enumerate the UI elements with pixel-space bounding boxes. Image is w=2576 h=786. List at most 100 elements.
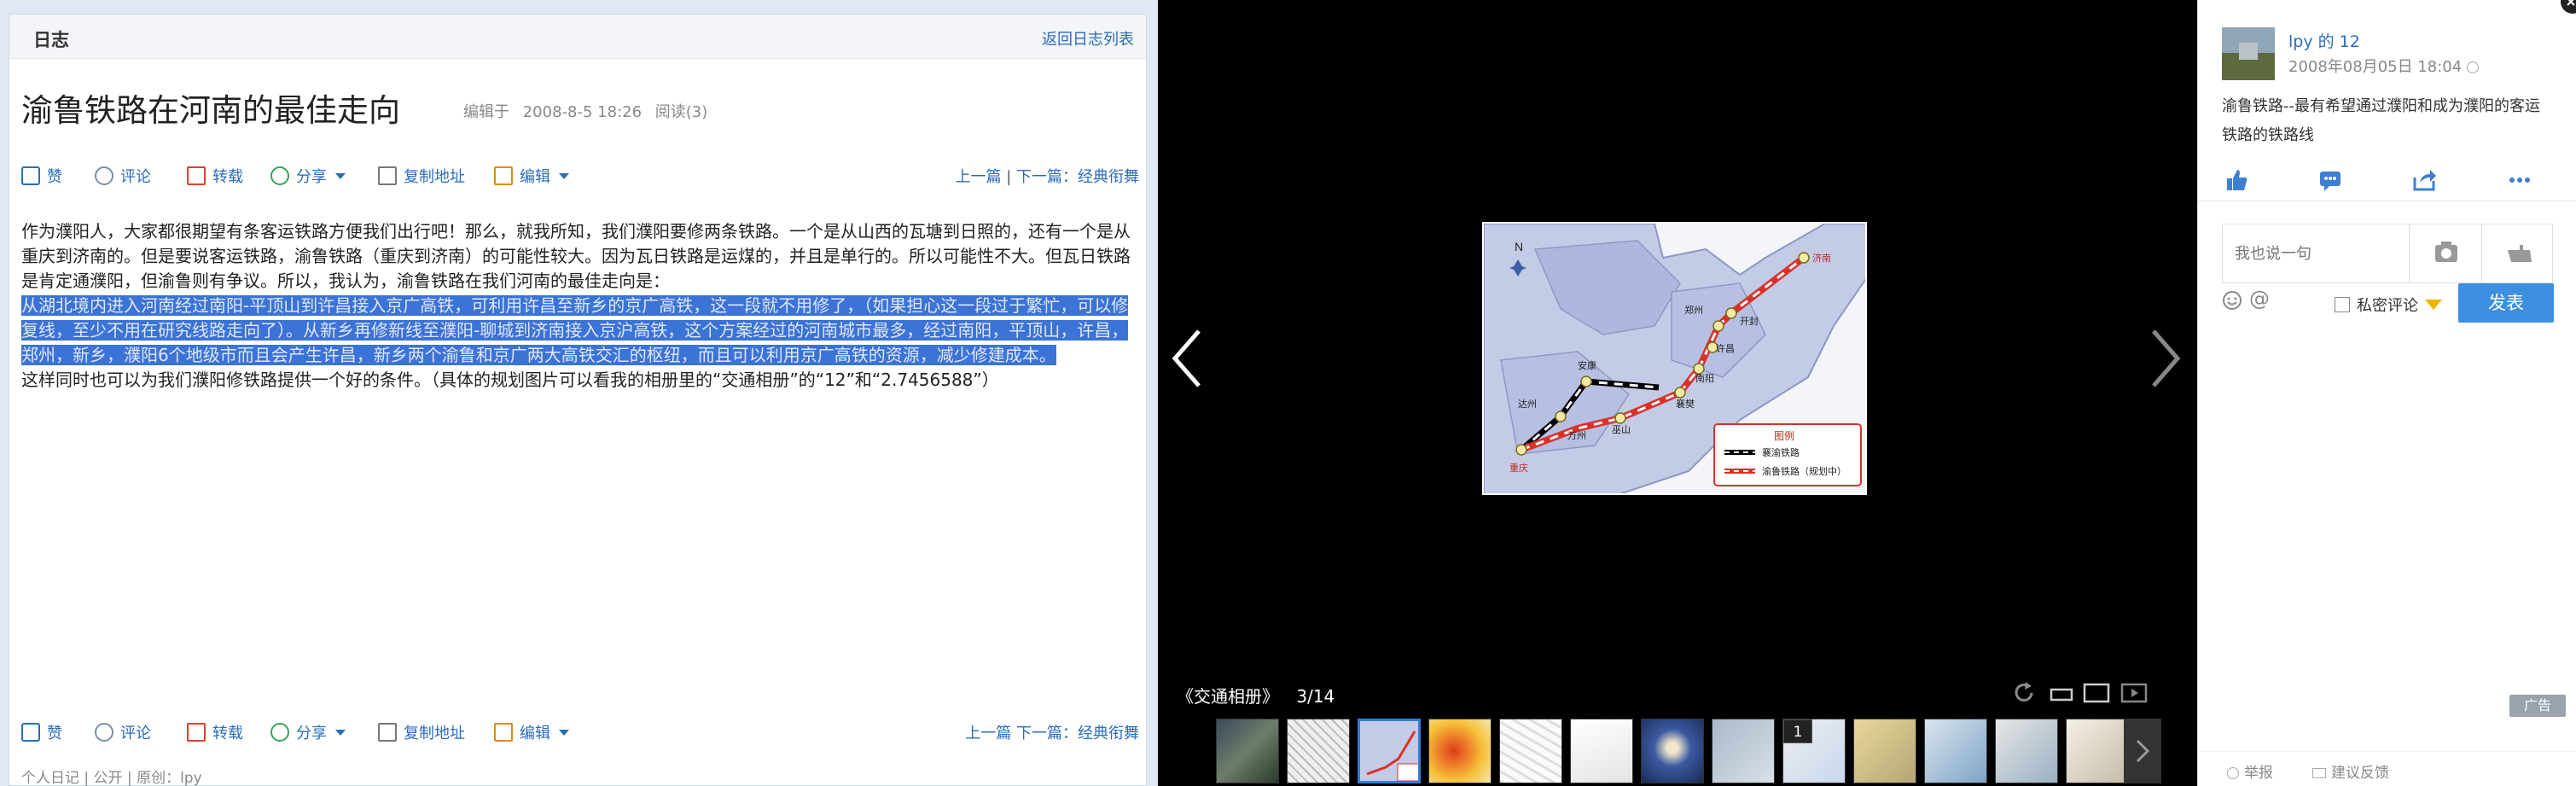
thumbnail-strip: 1 (1216, 719, 2154, 786)
comment-button[interactable]: 评论 (95, 721, 151, 743)
ad-badge[interactable]: 广告 (2509, 695, 2566, 717)
share-label: 分享 (296, 168, 327, 186)
map-label-nanyang: 南阳 (1695, 373, 1714, 384)
at-mention-icon[interactable]: @ (2249, 287, 2270, 311)
post-nav: 上一篇 | 下一篇：经典衔舞 (955, 165, 1139, 187)
emoji-icon[interactable] (2222, 290, 2242, 311)
thumbnail-next-button[interactable] (2124, 719, 2161, 783)
share-button[interactable]: 分享 (270, 165, 346, 187)
private-comment-toggle[interactable]: 私密评论 (2335, 294, 2442, 316)
photo-counter: 3/14 (1296, 686, 1335, 707)
map-label-north: N (1515, 240, 1523, 253)
edit-button[interactable]: 编辑 (494, 165, 569, 187)
legend-item-1: 襄渝铁路 (1762, 446, 1800, 458)
like-button[interactable]: 赞 (21, 721, 62, 743)
repost-icon (187, 723, 206, 742)
thumbnail[interactable] (1712, 719, 1775, 783)
legend-item-2: 渝鲁铁路（规划中） (1762, 465, 1846, 477)
thumbnail[interactable] (1641, 719, 1704, 783)
album-name[interactable]: 《交通相册》 (1177, 686, 1279, 707)
chevron-right-icon (2136, 739, 2150, 763)
edit-button[interactable]: 编辑 (494, 721, 569, 743)
action-bar-bottom: 赞 评论 转载 分享 复制地址 编辑 上一篇 下一篇：经典衔舞 (21, 716, 1139, 747)
like-button[interactable]: 赞 (21, 165, 62, 187)
thumbnail[interactable] (1924, 719, 1987, 783)
prev-post-link[interactable]: 上一篇 (955, 168, 1001, 186)
thumbnail[interactable] (1287, 719, 1350, 783)
mention-button[interactable] (2481, 224, 2552, 282)
slideshow-icon[interactable] (2120, 681, 2148, 705)
post-body: 作为濮阳人，大家都很期望有条客运铁路方便我们出行吧！那么，就我所知，我们濮阳要修… (21, 219, 1131, 393)
map-label-dazhou: 达州 (1518, 399, 1537, 410)
photo-date-text: 2008年08月05日 18:04 (2288, 58, 2463, 76)
ad-label: 广告 (2523, 697, 2551, 713)
comment-icon[interactable] (2317, 167, 2343, 193)
edit-label: 编辑 (520, 725, 550, 742)
thumbnail[interactable] (2066, 719, 2129, 783)
share-icon[interactable] (2411, 167, 2437, 193)
read-count: 阅读(3) (654, 103, 708, 121)
info-icon[interactable] (2466, 61, 2479, 73)
thumbnail[interactable] (1995, 719, 2058, 783)
like-label: 赞 (47, 168, 62, 186)
share-button[interactable]: 分享 (270, 721, 346, 743)
thumbnail[interactable]: 1 (1782, 719, 1846, 783)
actual-size-icon[interactable] (2048, 681, 2075, 705)
edited-label: 编辑于 (463, 103, 509, 121)
comment-input[interactable] (2223, 224, 2410, 282)
map-label-kaifeng: 开封 (1740, 315, 1759, 327)
thumbnail[interactable] (1499, 719, 1562, 783)
thumbnail[interactable] (1216, 719, 1279, 783)
back-to-list-link[interactable]: 返回日志列表 (1042, 27, 1134, 49)
copy-icon (378, 723, 397, 742)
comment-icon (95, 723, 113, 742)
copy-label: 复制地址 (404, 725, 465, 742)
close-icon[interactable] (2550, 0, 2576, 22)
send-button[interactable]: 发表 (2458, 283, 2554, 323)
chevron-down-icon (335, 729, 346, 736)
next-post-link[interactable]: 下一篇：经典衔舞 (1016, 168, 1139, 186)
next-photo-arrow-icon[interactable] (2143, 324, 2186, 393)
share-icon (270, 723, 289, 742)
thumbnail[interactable] (1570, 719, 1633, 783)
sidebar-footer: 举报 建议反馈 (2198, 751, 2576, 786)
fit-screen-icon[interactable] (2083, 681, 2110, 705)
repost-button[interactable]: 转载 (187, 165, 243, 187)
avatar[interactable] (2222, 27, 2275, 80)
blog-card: 日志 返回日志列表 渝鲁铁路在河南的最佳走向 编辑于 2008-8-5 18:2… (9, 14, 1147, 786)
map-label-chongqing: 重庆 (1509, 462, 1528, 474)
vip-diamond-icon (2425, 300, 2442, 310)
thumbnail[interactable] (1853, 719, 1916, 783)
feedback-link[interactable]: 建议反馈 (2312, 760, 2389, 782)
railway-map-image: N 济南 郑州 开封 许昌 安康 达州 万州 重庆 南阳 襄樊 巫山 图例 襄渝… (1484, 224, 1865, 493)
photo-upload-button[interactable] (2409, 224, 2481, 282)
map-label-wushan: 巫山 (1612, 424, 1631, 435)
photo-owner-name[interactable]: lpy 的 12 (2288, 29, 2360, 52)
thumbnail[interactable] (1428, 719, 1492, 783)
thumbs-up-icon[interactable] (2224, 167, 2249, 193)
like-label: 赞 (47, 725, 62, 742)
rotate-icon[interactable] (2011, 681, 2038, 705)
share-label: 分享 (296, 725, 327, 742)
map-label-ankang: 安康 (1578, 359, 1596, 371)
edit-icon (494, 723, 513, 742)
prev-photo-arrow-icon[interactable] (1166, 324, 1209, 393)
blog-header: 日志 返回日志列表 (9, 15, 1146, 59)
edited-date: 2008-8-5 18:26 (522, 103, 643, 121)
private-comment-checkbox[interactable] (2335, 297, 2350, 312)
report-link[interactable]: 举报 (2227, 760, 2273, 782)
post-nav-bottom[interactable]: 上一篇 下一篇：经典衔舞 (965, 721, 1139, 743)
camera-icon (2435, 242, 2457, 262)
legend-title: 图例 (1774, 430, 1794, 442)
copy-address-button[interactable]: 复制地址 (378, 721, 465, 743)
copy-address-button[interactable]: 复制地址 (378, 165, 465, 187)
post-footer: 个人日记 | 公开 | 原创：lpy (21, 770, 202, 786)
repost-button[interactable]: 转载 (187, 721, 243, 743)
thumbnail-active[interactable] (1358, 719, 1421, 783)
copy-label: 复制地址 (404, 168, 465, 186)
comment-button[interactable]: 评论 (95, 165, 151, 187)
map-label-xiangfan: 襄樊 (1676, 398, 1695, 410)
more-icon[interactable] (2507, 167, 2532, 193)
comment-label: 评论 (120, 168, 151, 186)
feedback-label: 建议反馈 (2331, 765, 2389, 782)
